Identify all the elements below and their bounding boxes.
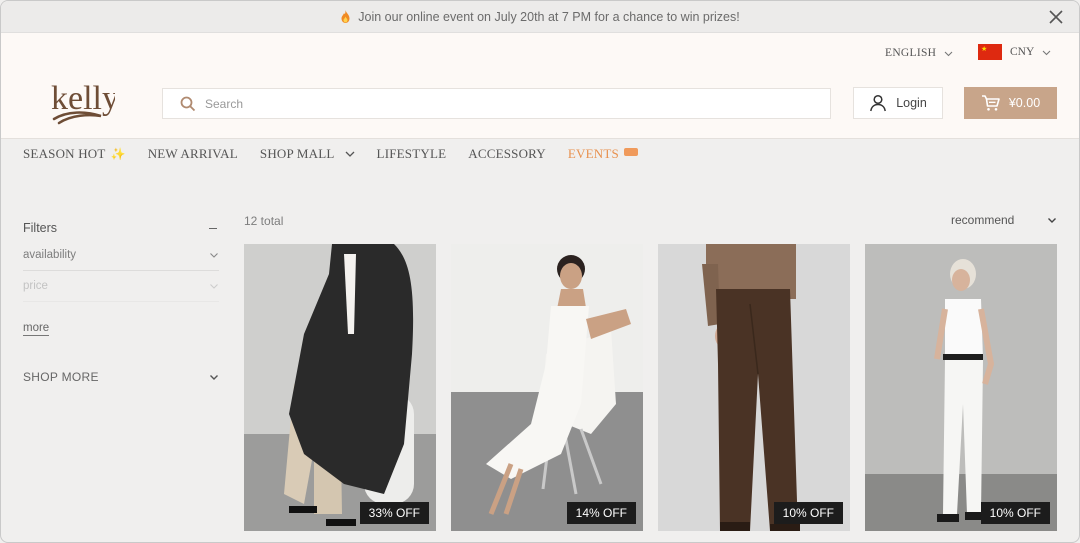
filter-label: availability xyxy=(23,249,77,261)
nav-label: LIFESTYLE xyxy=(376,146,447,161)
product-card[interactable]: 33% OFF xyxy=(244,244,436,531)
login-button[interactable]: Login xyxy=(853,87,943,119)
nav-item-lifestyle[interactable]: LIFESTYLE xyxy=(377,146,447,162)
shop-more-label: SHOP MORE xyxy=(23,370,99,384)
cart-icon xyxy=(981,95,1000,111)
search-bar[interactable] xyxy=(162,88,831,119)
china-flag-icon: ★ xyxy=(978,44,1002,60)
fire-icon xyxy=(341,10,350,23)
results-count: 12 total xyxy=(244,214,284,228)
nav-item-shop-mall[interactable]: SHOP MALL xyxy=(260,146,355,162)
nav-label: NEW ARRIVAL xyxy=(147,146,238,161)
chevron-down-icon xyxy=(1048,218,1056,223)
filters-header[interactable]: Filters xyxy=(23,216,219,240)
more-filters-link[interactable]: more xyxy=(23,322,50,336)
nav-label: EVENTS xyxy=(567,146,619,161)
product-image[interactable] xyxy=(244,244,436,531)
nav-item-new-arrival[interactable]: NEW ARRIVAL xyxy=(148,146,238,162)
discount-badge: 10% OFF xyxy=(980,502,1050,524)
currency-selector[interactable]: ★ CNY xyxy=(978,44,1051,60)
discount-badge: 14% OFF xyxy=(566,502,636,524)
cart-total: ¥0.00 xyxy=(1008,96,1041,110)
chevron-down-icon xyxy=(345,151,355,157)
language-label: ENGLISH xyxy=(885,47,937,59)
filter-price[interactable]: price xyxy=(23,271,219,302)
filter-availability[interactable]: availability xyxy=(23,240,219,271)
nav-label: ACCESSORY xyxy=(468,146,546,161)
sort-dropdown[interactable]: recommend xyxy=(951,213,1057,227)
announcement-text: Join our online event on July 20th at 7 … xyxy=(358,9,740,24)
currency-label: CNY xyxy=(1010,46,1035,58)
filter-sidebar: Filters availability price more SHOP MOR… xyxy=(23,216,219,384)
close-icon[interactable] xyxy=(1047,8,1065,26)
cart-button[interactable]: ¥0.00 xyxy=(964,87,1057,119)
collapse-icon xyxy=(209,227,217,229)
sort-label: recommend xyxy=(951,213,1015,227)
login-label: Login xyxy=(896,96,927,110)
nav-label: SEASON HOT xyxy=(23,146,106,161)
chevron-down-icon xyxy=(210,375,218,380)
brand-logo[interactable]: kelly xyxy=(49,75,115,129)
product-card[interactable]: 14% OFF xyxy=(451,244,643,531)
chevron-down-icon xyxy=(210,253,218,258)
main-nav: SEASON HOT ✨ NEW ARRIVAL SHOP MALL LIFES… xyxy=(1,139,1079,169)
nav-item-accessory[interactable]: ACCESSORY xyxy=(468,146,546,162)
filter-label: price xyxy=(23,280,48,292)
sparkle-icon: ✨ xyxy=(110,146,126,161)
product-card[interactable]: 10% OFF xyxy=(658,244,850,531)
nav-item-season-hot[interactable]: SEASON HOT ✨ xyxy=(23,146,126,162)
nav-label: SHOP MALL xyxy=(259,146,335,161)
site-header: ENGLISH ★ CNY kelly Search Login ¥0.00 xyxy=(1,33,1079,139)
browser-frame: Join our online event on July 20th at 7 … xyxy=(0,0,1080,543)
announcement-bar: Join our online event on July 20th at 7 … xyxy=(1,1,1079,33)
product-image[interactable] xyxy=(451,244,643,531)
chevron-down-icon xyxy=(1042,50,1051,55)
discount-badge: 33% OFF xyxy=(359,502,429,524)
nav-item-events[interactable]: EVENTS xyxy=(568,146,638,162)
chevron-down-icon xyxy=(944,51,953,56)
discount-badge: 10% OFF xyxy=(773,502,843,524)
filters-label: Filters xyxy=(23,221,58,235)
product-grid: 33% OFF 14% OFF 10% OFF 10% OFF xyxy=(244,244,1072,531)
shop-more-section[interactable]: SHOP MORE xyxy=(23,370,219,384)
search-input[interactable] xyxy=(205,96,765,111)
new-badge-icon xyxy=(623,148,638,156)
language-selector[interactable]: ENGLISH xyxy=(885,47,953,59)
search-icon xyxy=(180,96,196,111)
chevron-down-icon xyxy=(210,284,218,289)
product-image[interactable] xyxy=(658,244,850,531)
product-card[interactable]: 10% OFF xyxy=(865,244,1057,531)
product-image[interactable] xyxy=(865,244,1057,531)
user-icon xyxy=(870,94,887,112)
